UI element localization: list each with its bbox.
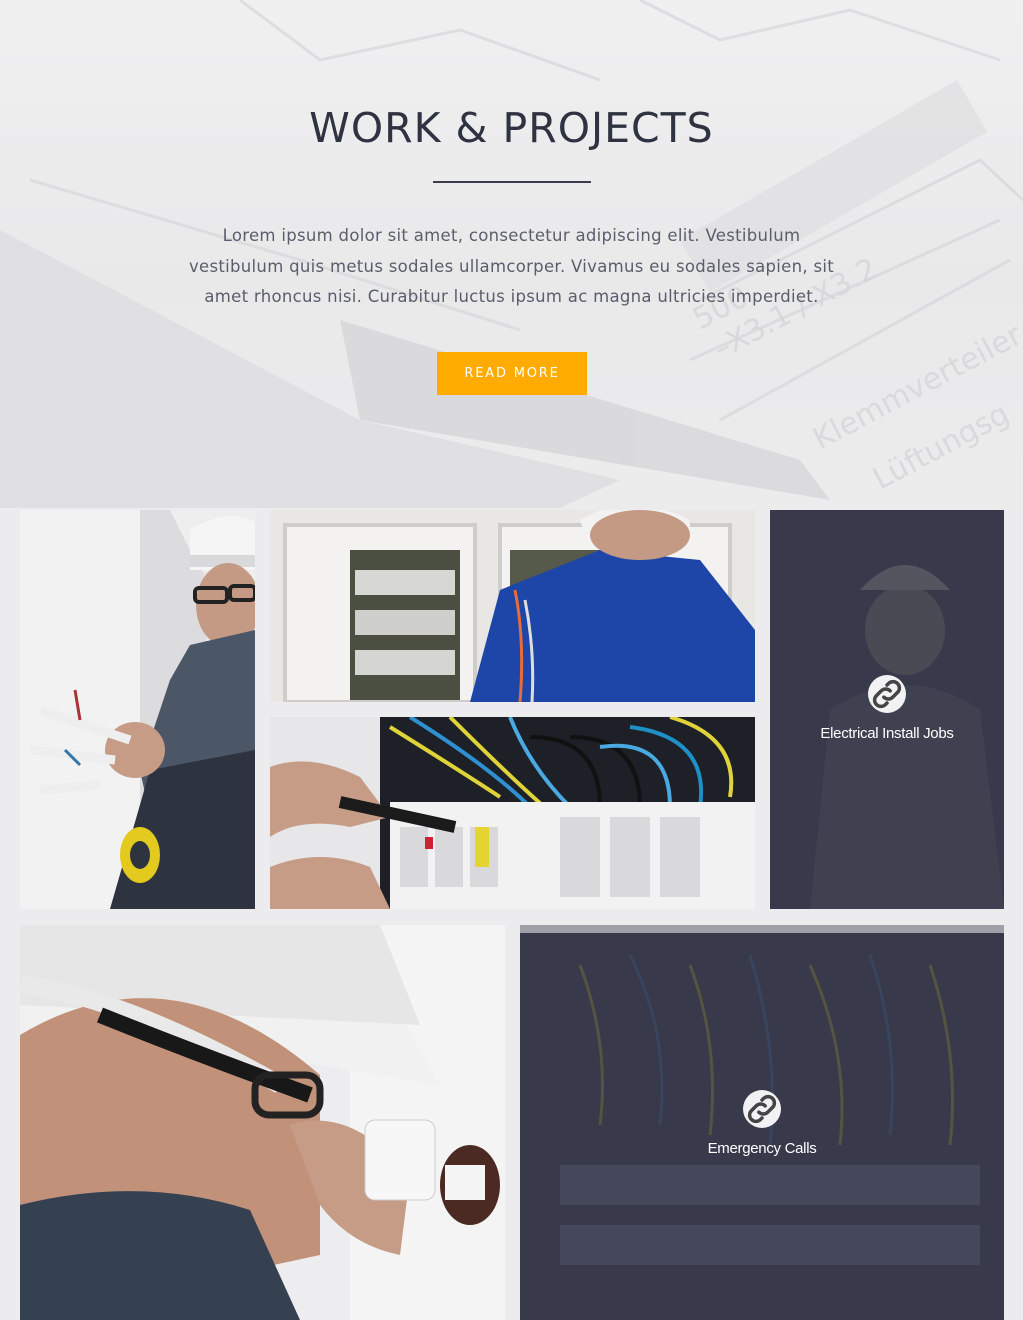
gallery-image-electrician-socket[interactable]: [20, 925, 505, 1320]
card-title: Emergency Calls: [707, 1140, 817, 1157]
gallery-card-electrical-install-jobs[interactable]: Electrical Install Jobs: [770, 510, 1004, 909]
overlay-content: Emergency Calls: [520, 1090, 1004, 1157]
breaker-panel-photo: [270, 717, 755, 909]
gallery-image-breaker-panel[interactable]: [270, 717, 755, 909]
read-more-button[interactable]: READ MORE: [437, 352, 587, 395]
card-title: Electrical Install Jobs: [820, 725, 954, 742]
link-icon: [747, 1094, 777, 1124]
electrician-tape-photo: [20, 510, 255, 909]
gallery-image-electrician-tape[interactable]: [20, 510, 255, 909]
hero-description: Lorem ipsum dolor sit amet, consectetur …: [188, 226, 835, 306]
link-button[interactable]: [868, 675, 906, 713]
overlay-content: Electrical Install Jobs: [770, 675, 1004, 742]
link-button[interactable]: [743, 1090, 781, 1128]
title-divider: [433, 181, 591, 183]
electrician-blue-jacket-photo: [270, 510, 755, 702]
gallery-image-electrician-panel[interactable]: [270, 510, 755, 702]
electrician-socket-photo: [20, 925, 505, 1320]
gallery-card-emergency-calls[interactable]: Emergency Calls: [520, 925, 1004, 1320]
hero-section: –X3.1 / X3.2 Klemmverteiler Lüftungsg 50…: [0, 0, 1023, 508]
link-icon: [872, 679, 902, 709]
page-title: WORK & PROJECTS: [309, 104, 714, 152]
